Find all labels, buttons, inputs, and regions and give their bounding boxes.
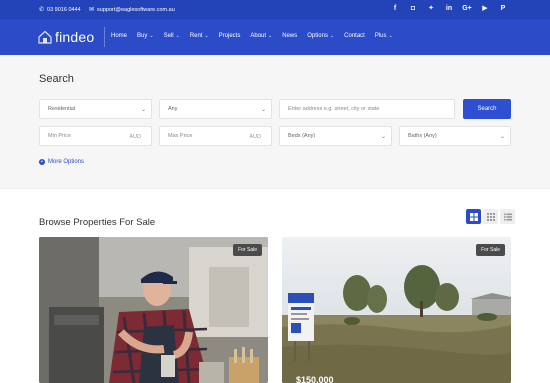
grid-compact-icon [486,212,495,221]
chevron-down-icon: ⌄ [204,33,209,39]
youtube-icon[interactable]: ▶ [476,4,494,14]
nav-item-sell[interactable]: Sell ⌄ [164,33,180,39]
nav-item-rent[interactable]: Rent ⌄ [190,33,209,39]
chevron-down-icon: ⌄ [380,134,386,140]
address-search-input[interactable]: Enter address e.g. street, city or state [279,99,455,119]
list-view-button[interactable] [500,209,515,224]
nav-menu: Home Buy ⌄ Sell ⌄ Rent ⌄ Projects About ⌄ Ne… [111,33,403,39]
property-card[interactable]: For Sale $150,000 [282,237,511,383]
grid-view-button[interactable] [466,209,481,224]
view-toggle [466,209,515,224]
nav-item-projects[interactable]: Projects [219,33,241,39]
nav-item-buy[interactable]: Buy ⌄ [137,33,154,39]
nav-divider [104,27,105,47]
chevron-down-icon: ⌄ [260,107,266,113]
currency-label: AUD [249,134,261,140]
property-photo [39,237,268,383]
beds-select[interactable]: Beds (Any) ⌄ [279,126,392,146]
max-price-input[interactable]: Max Price AUD [159,126,272,146]
logo-text: findeo [55,29,95,45]
chevron-down-icon: ⌄ [499,134,505,140]
search-section: Search Residential ⌄ Any ⌄ Enter address… [0,55,550,189]
min-price-input[interactable]: Min Price AUD [39,126,152,146]
chevron-down-icon: ⌄ [329,33,335,39]
property-photo [282,237,511,383]
search-button[interactable]: Search [463,99,511,119]
list-icon [503,213,512,220]
chevron-down-icon: ⌄ [388,33,393,39]
nav-item-contact[interactable]: Contact [344,33,365,39]
property-price: $150,000 [296,375,334,383]
property-card[interactable]: For Sale [39,237,268,383]
search-title: Search [39,73,74,85]
linkedin-icon[interactable]: in [440,4,458,14]
email-contact[interactable]: ✉ support@eaglesoftware.com.au [89,6,175,14]
plus-circle-icon: + [39,159,45,165]
more-options-link[interactable]: + More Options [39,159,84,165]
email-address: support@eaglesoftware.com.au [97,6,175,13]
phone-contact[interactable]: ✆ 03 9016 0444 [39,6,81,14]
google-plus-icon[interactable]: G+ [458,4,476,14]
nav-item-about[interactable]: About ⌄ [250,33,272,39]
chevron-down-icon: ⌄ [175,33,180,39]
chevron-down-icon: ⌄ [149,33,154,39]
twitter-icon[interactable]: ✦ [422,4,440,14]
chevron-down-icon: ⌄ [140,107,146,113]
top-bar: ✆ 03 9016 0444 ✉ support@eaglesoftware.c… [0,0,550,19]
any-select[interactable]: Any ⌄ [159,99,272,119]
foursquare-icon[interactable]: ◘ [404,4,422,14]
facebook-icon[interactable]: f [386,4,404,14]
baths-select[interactable]: Baths (Any) ⌄ [399,126,511,146]
nav-item-plus[interactable]: Plus ⌄ [375,33,393,39]
grid-icon [469,212,478,221]
phone-icon: ✆ [39,7,45,13]
pinterest-icon[interactable]: P [494,4,512,14]
social-links: f ◘ ✦ in G+ ▶ P [386,4,512,14]
currency-label: AUD [129,134,141,140]
for-sale-badge: For Sale [476,244,505,256]
nav-item-options[interactable]: Options ⌄ [307,33,334,39]
main-navbar: findeo Home Buy ⌄ Sell ⌄ Rent ⌄ Projects Ab… [0,19,550,55]
phone-number: 03 9016 0444 [47,6,81,13]
site-logo[interactable]: findeo [38,29,94,45]
for-sale-badge: For Sale [233,244,262,256]
chevron-down-icon: ⌄ [268,33,273,39]
envelope-icon: ✉ [89,7,95,13]
property-type-select[interactable]: Residential ⌄ [39,99,152,119]
house-icon [38,30,52,44]
nav-item-home[interactable]: Home [111,33,127,39]
browse-title: Browse Properties For Sale [39,217,156,228]
nav-item-news[interactable]: News [282,33,297,39]
grid-compact-view-button[interactable] [483,209,498,224]
